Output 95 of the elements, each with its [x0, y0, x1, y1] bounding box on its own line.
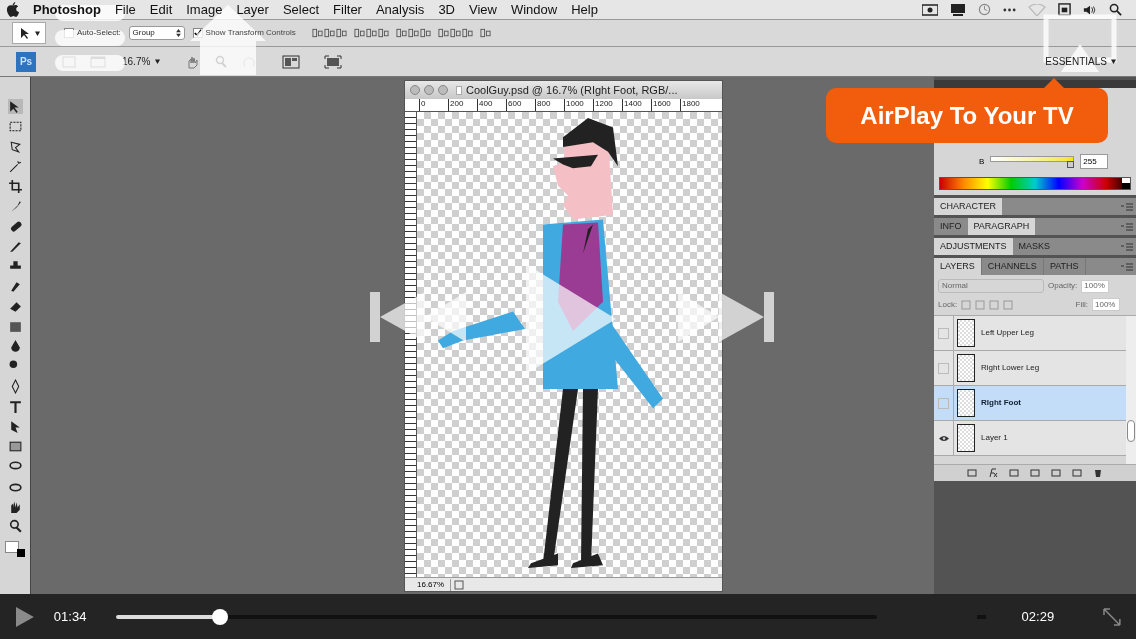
play-icon[interactable]	[14, 605, 34, 628]
menu-item[interactable]: View	[469, 0, 497, 20]
document-icon	[456, 85, 462, 95]
rectangle-tool-icon[interactable]	[7, 439, 23, 454]
fullscreen-icon[interactable]	[1102, 606, 1122, 627]
caret-icon	[1111, 59, 1116, 64]
menu-item[interactable]: Filter	[333, 0, 362, 20]
progress-thumb[interactable]	[212, 608, 229, 625]
play-icon[interactable]	[526, 264, 616, 374]
layer-thumbnail	[957, 354, 975, 382]
lock-label: Lock:	[938, 298, 958, 311]
app-logo[interactable]: Ps	[16, 51, 36, 72]
speaker-icon[interactable]	[1083, 3, 1097, 16]
arrange-documents-icon[interactable]	[282, 54, 301, 69]
eraser-tool-icon[interactable]	[7, 299, 23, 314]
menu-app-name[interactable]: Photoshop	[33, 0, 101, 20]
menu-item[interactable]: File	[114, 0, 136, 20]
stepper-icon	[175, 29, 181, 37]
opacity-label: Opacity:	[1048, 280, 1078, 292]
align-icon[interactable]	[323, 27, 335, 39]
layer-name: RIght Foot	[981, 397, 1021, 409]
tool-preset-picker[interactable]	[12, 22, 46, 44]
marquee-tool-icon[interactable]	[7, 119, 23, 134]
menu-item[interactable]: Help	[571, 0, 598, 20]
layer-thumbnail	[957, 389, 975, 417]
align-icon[interactable]	[407, 27, 419, 39]
progress-track[interactable]	[115, 608, 877, 625]
panel-tab[interactable]: ADJUSTMENTS	[934, 238, 1013, 255]
crop-tool-icon[interactable]	[7, 179, 23, 194]
color-spectrum[interactable]	[939, 177, 1131, 190]
align-icon[interactable]	[419, 27, 431, 39]
panel-tab[interactable]: PARAGRAPH	[967, 218, 1036, 235]
video-camera-icon[interactable]	[922, 3, 938, 16]
next-icon[interactable]	[678, 292, 774, 342]
layer-thumbnail	[957, 424, 975, 452]
menu-item[interactable]: Analysis	[375, 0, 425, 20]
trash-icon[interactable]	[1093, 468, 1103, 478]
align-icon[interactable]	[377, 27, 389, 39]
align-icon[interactable]	[395, 27, 407, 39]
align-icon[interactable]	[311, 27, 323, 39]
layer-name: Layer 1	[981, 432, 1008, 444]
keyboard-icon[interactable]	[1058, 3, 1071, 16]
eye-icon	[938, 434, 949, 442]
zoom-readout: 16.67%	[405, 578, 451, 591]
effects-icon[interactable]	[988, 468, 998, 478]
align-icon[interactable]	[335, 27, 347, 39]
align-icon[interactable]	[449, 27, 461, 39]
current-time: 01:34	[53, 607, 88, 626]
align-icon[interactable]	[365, 27, 377, 39]
channel-value-field[interactable]: 255	[1080, 154, 1109, 169]
screen-mode-icon[interactable]	[324, 54, 343, 69]
slider-thumb[interactable]	[1067, 160, 1075, 168]
align-icon[interactable]	[437, 27, 449, 39]
channel-label: B	[979, 155, 985, 168]
lasso-tool-icon[interactable]	[7, 139, 23, 154]
color-slider-track[interactable]	[990, 155, 1075, 168]
type-tool-icon[interactable]	[7, 399, 23, 414]
panel-tab[interactable]: CHARACTER	[934, 198, 1002, 215]
align-icon[interactable]	[479, 27, 491, 39]
menu-item[interactable]: Layer	[236, 0, 269, 20]
status-menu-icon[interactable]	[454, 579, 464, 590]
wand-tool-icon[interactable]	[7, 159, 23, 174]
menu-item[interactable]: Select	[282, 0, 320, 20]
menu-item[interactable]: Window	[510, 0, 558, 20]
target-select[interactable]: Group	[128, 26, 185, 40]
menu-item[interactable]: Edit	[149, 0, 173, 20]
show-transform-label: Show Transform Controls	[205, 27, 296, 39]
menu-item[interactable]: Image	[186, 0, 223, 20]
auto-select-label: Auto-Select:	[77, 27, 121, 39]
clock-icon[interactable]	[978, 3, 991, 16]
monitor-icon[interactable]	[950, 3, 966, 16]
hand-icon[interactable]	[186, 54, 201, 69]
menu-item[interactable]: 3D	[438, 0, 455, 20]
align-icon[interactable]	[461, 27, 473, 39]
align-icon[interactable]	[353, 27, 365, 39]
color-swatches-icon[interactable]	[5, 541, 25, 557]
total-time: 02:29	[1021, 607, 1055, 626]
zoom-tool-icon[interactable]	[7, 519, 23, 534]
horizontal-ruler: 0 200 400 600 800 1000 1200 1400 1600 1800	[405, 99, 722, 112]
caret-icon	[155, 59, 161, 64]
dots-icon[interactable]	[1003, 7, 1016, 12]
search-icon[interactable]	[1109, 3, 1122, 16]
document-title: CoolGuy.psd @ 16.7% (RIght Foot, RGB/...	[466, 82, 678, 98]
brush-tool-icon[interactable]	[7, 239, 23, 254]
caret-icon	[34, 30, 40, 36]
airplay-icon[interactable]	[1043, 14, 1117, 72]
move-tool-icon[interactable]	[7, 99, 23, 114]
layer-name: Right Lower Leg	[981, 362, 1040, 374]
layer-thumbnail	[957, 319, 975, 347]
apple-logo-icon[interactable]	[6, 2, 19, 17]
layer-name: Left Upper Leg	[981, 327, 1034, 339]
gradient-tool-icon[interactable]	[7, 319, 23, 334]
scrollbar[interactable]	[1126, 316, 1136, 464]
fill-label: Fill:	[1075, 298, 1088, 311]
previous-icon[interactable]	[370, 292, 466, 342]
